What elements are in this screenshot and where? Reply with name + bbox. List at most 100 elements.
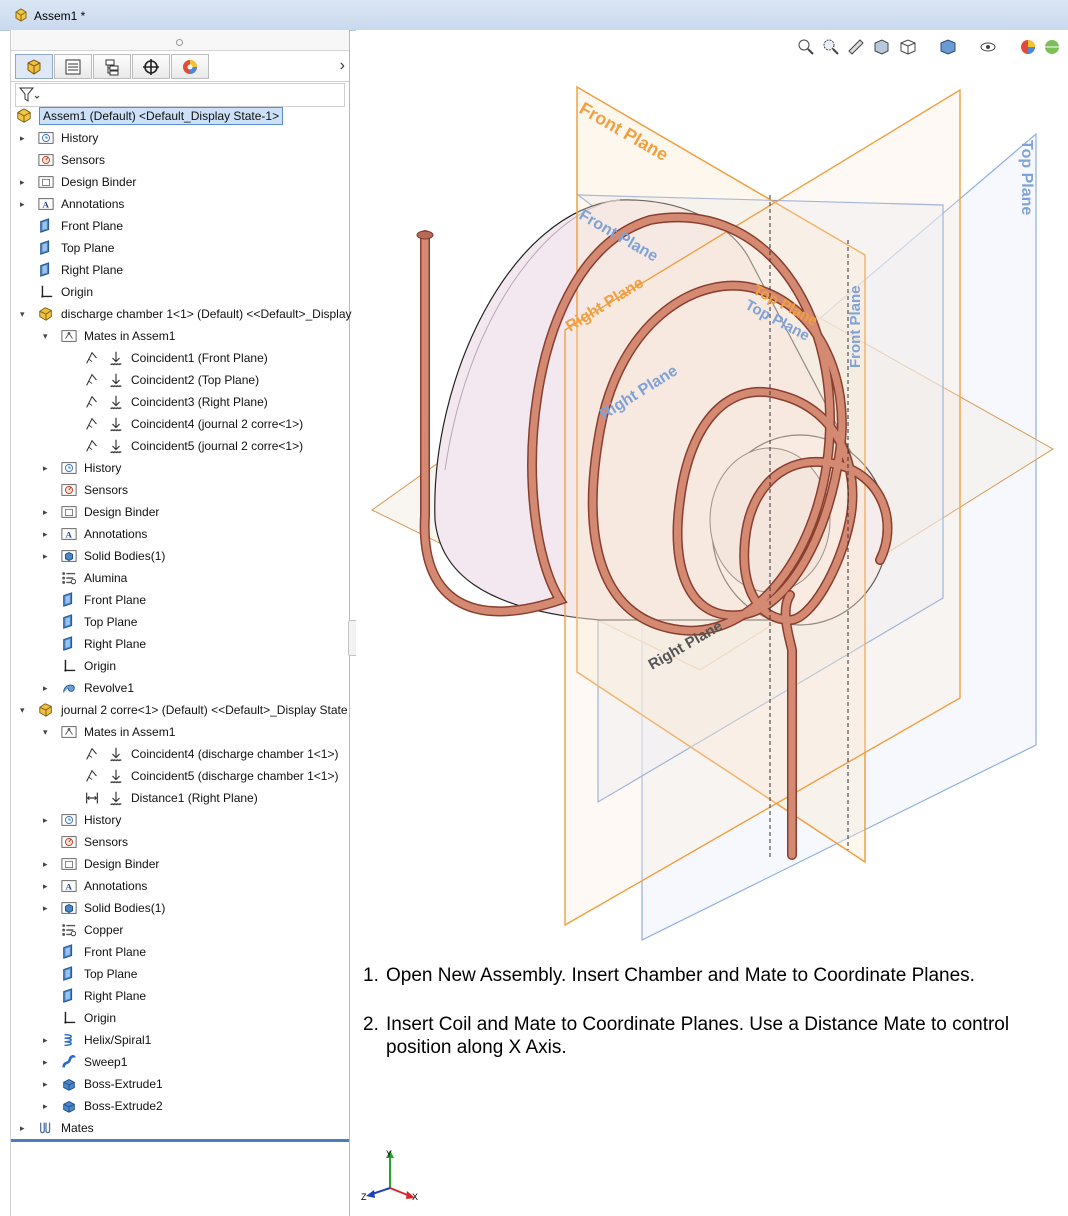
- tree-item[interactable]: Right Plane: [11, 986, 349, 1006]
- tree-item[interactable]: Sensors: [11, 480, 349, 500]
- panel-grip[interactable]: [11, 30, 349, 51]
- tree-item[interactable]: Alumina: [11, 568, 349, 588]
- plane-mate-reference-icon: [110, 373, 122, 388]
- tree-item[interactable]: Coincident4 (discharge chamber 1<1>): [11, 744, 349, 764]
- tree-item[interactable]: ▸ Boss-Extrude1: [11, 1074, 349, 1094]
- z-axis-label: Z: [361, 1192, 367, 1202]
- tree-item[interactable]: ▸ A Annotations: [11, 524, 349, 544]
- expand-arrow-icon[interactable]: ▸: [43, 815, 51, 825]
- tree-item[interactable]: Coincident3 (Right Plane): [11, 392, 349, 412]
- tree-item[interactable]: Top Plane: [11, 238, 349, 258]
- expand-arrow-icon[interactable]: ▸: [43, 1079, 51, 1089]
- plane-mate-reference-icon: [110, 439, 122, 454]
- tree-item[interactable]: Front Plane: [11, 590, 349, 610]
- tree-item[interactable]: ▸ Design Binder: [11, 502, 349, 522]
- tree-item[interactable]: ▾ journal 2 corre<1> (Default) <<Default>…: [11, 700, 349, 720]
- tree-item[interactable]: Distance1 (Right Plane): [11, 788, 349, 808]
- tree-item-label: History: [84, 461, 122, 475]
- tabs-more-chevron-icon[interactable]: ›: [340, 57, 345, 75]
- tree-item[interactable]: Assem1 (Default) <Default_Display State-…: [11, 106, 349, 126]
- tree-item[interactable]: Coincident2 (Top Plane): [11, 370, 349, 390]
- tree-item[interactable]: ▸ A Annotations: [11, 876, 349, 896]
- tree-item[interactable]: ▸ Solid Bodies(1): [11, 898, 349, 918]
- expand-arrow-icon[interactable]: ▸: [43, 1101, 51, 1111]
- tree-item[interactable]: Front Plane: [11, 216, 349, 236]
- tree-item[interactable]: ▸ Boss-Extrude2: [11, 1096, 349, 1116]
- collapse-arrow-icon[interactable]: ▾: [20, 309, 28, 319]
- tree-item[interactable]: ▸ Mates: [11, 1118, 349, 1138]
- origin-icon: [41, 285, 53, 298]
- tree-item[interactable]: ▸ History: [11, 810, 349, 830]
- material-icon: [62, 924, 77, 937]
- plane-icon: [40, 262, 50, 277]
- tree-item[interactable]: Origin: [11, 282, 349, 302]
- revolve-icon: [63, 684, 75, 693]
- expand-arrow-icon[interactable]: ▸: [43, 859, 51, 869]
- tree-item[interactable]: ▸ Design Binder: [11, 172, 349, 192]
- expand-arrow-icon[interactable]: ▸: [43, 529, 51, 539]
- coincident-mate-icon: [86, 769, 97, 782]
- expand-arrow-icon[interactable]: ▸: [20, 1123, 28, 1133]
- collapse-arrow-icon[interactable]: ▾: [20, 705, 28, 715]
- tree-item[interactable]: Copper: [11, 920, 349, 940]
- tab-feature-manager[interactable]: [15, 54, 53, 79]
- window-title: Assem1 *: [34, 9, 86, 23]
- tree-item[interactable]: Top Plane: [11, 612, 349, 632]
- tree-item[interactable]: Sensors: [11, 150, 349, 170]
- tree-item[interactable]: ▾ Mates in Assem1: [11, 326, 349, 346]
- collapse-arrow-icon[interactable]: ▾: [43, 727, 51, 737]
- tree-item[interactable]: Coincident5 (discharge chamber 1<1>): [11, 766, 349, 786]
- tree-filter[interactable]: [15, 83, 345, 107]
- tree-item[interactable]: ▾ discharge chamber 1<1> (Default) <<Defa…: [11, 304, 352, 324]
- tab-property-manager[interactable]: [54, 54, 92, 79]
- tree-item[interactable]: Top Plane: [11, 964, 349, 984]
- asm-top-plane-label: Top Plane: [1018, 140, 1035, 215]
- tree-item-label: Coincident5 (discharge chamber 1<1>): [131, 769, 339, 783]
- tree-item[interactable]: Sensors: [11, 832, 349, 852]
- material-icon: [62, 572, 77, 585]
- tree-item[interactable]: ▸ Design Binder: [11, 854, 349, 874]
- expand-arrow-icon[interactable]: ▸: [43, 1057, 51, 1067]
- tree-item[interactable]: Origin: [11, 1008, 349, 1028]
- expand-arrow-icon[interactable]: ▸: [43, 1035, 51, 1045]
- tree-item[interactable]: Right Plane: [11, 260, 349, 280]
- expand-arrow-icon[interactable]: ▸: [20, 177, 28, 187]
- tree-item[interactable]: ▸ Revolve1: [11, 678, 349, 698]
- plane-icon: [63, 988, 73, 1003]
- plane-mate-reference-icon: [110, 417, 122, 432]
- coincident-mate-icon: [86, 351, 97, 364]
- tree-item[interactable]: ▾ Mates in Assem1: [11, 722, 349, 742]
- model-view[interactable]: Front Plane Front Plane Right Plane Righ…: [356, 30, 1068, 960]
- tab-dimxpert-manager[interactable]: [132, 54, 170, 79]
- tree-item[interactable]: ▸ Helix/Spiral1: [11, 1030, 349, 1050]
- expand-arrow-icon[interactable]: ▸: [20, 199, 28, 209]
- collapse-arrow-icon[interactable]: ▾: [43, 331, 51, 341]
- tab-configuration-manager[interactable]: [93, 54, 131, 79]
- tree-item[interactable]: Origin: [11, 656, 349, 676]
- tree-item[interactable]: Coincident4 (journal 2 corre<1>): [11, 414, 349, 434]
- tree-item[interactable]: Right Plane: [11, 634, 349, 654]
- tree-item[interactable]: Front Plane: [11, 942, 349, 962]
- svg-text:A: A: [65, 882, 72, 892]
- tree-item-label: Coincident4 (journal 2 corre<1>): [131, 417, 304, 431]
- tree-item-label: Mates in Assem1: [84, 725, 176, 739]
- expand-arrow-icon[interactable]: ▸: [43, 683, 51, 693]
- expand-arrow-icon[interactable]: ▸: [43, 507, 51, 517]
- expand-arrow-icon[interactable]: ▸: [43, 881, 51, 891]
- panel-divider: [11, 1139, 349, 1142]
- tree-item[interactable]: Coincident5 (journal 2 corre<1>): [11, 436, 349, 456]
- expand-arrow-icon[interactable]: ▸: [43, 463, 51, 473]
- tree-item-label: Revolve1: [84, 681, 135, 695]
- tree-item[interactable]: ▸ Sweep1: [11, 1052, 349, 1072]
- tree-item[interactable]: ▸ History: [11, 458, 349, 478]
- tree-item[interactable]: ▸ History: [11, 128, 349, 148]
- manager-tabs: ›: [11, 51, 349, 82]
- tree-item-label: Design Binder: [84, 857, 160, 871]
- expand-arrow-icon[interactable]: ▸: [20, 133, 28, 143]
- tree-item[interactable]: ▸ A Annotations: [11, 194, 349, 214]
- tab-display-manager[interactable]: [171, 54, 209, 79]
- tree-item[interactable]: ▸ Solid Bodies(1): [11, 546, 349, 566]
- expand-arrow-icon[interactable]: ▸: [43, 551, 51, 561]
- expand-arrow-icon[interactable]: ▸: [43, 903, 51, 913]
- tree-item[interactable]: Coincident1 (Front Plane): [11, 348, 349, 368]
